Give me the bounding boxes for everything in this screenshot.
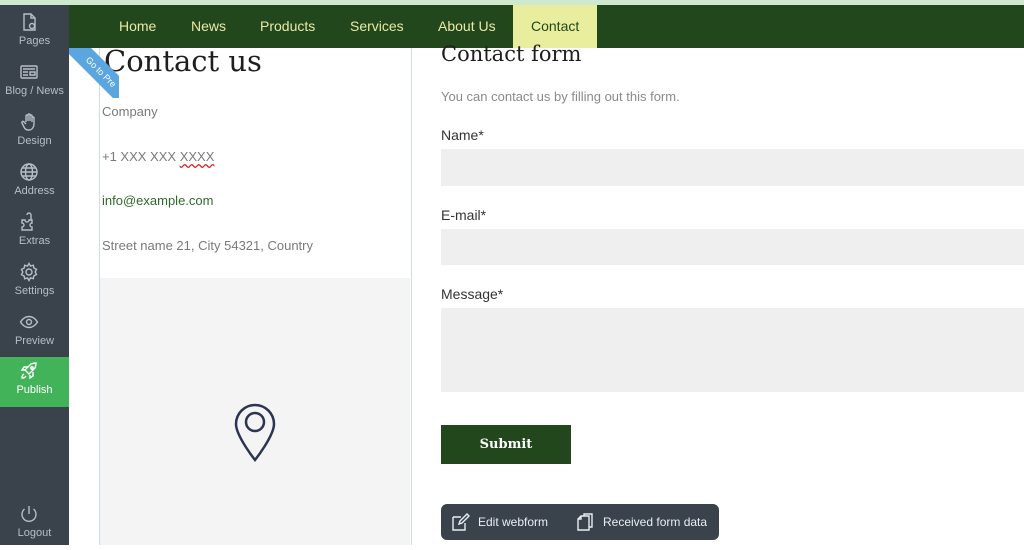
blog-icon [19, 62, 39, 82]
company-text: Company [102, 104, 158, 119]
power-icon [19, 504, 39, 524]
sidebar-item-label: Preview [14, 335, 55, 347]
sidebar-item-publish[interactable]: Publish [0, 357, 69, 407]
sidebar-item-preview[interactable]: Preview [0, 308, 69, 358]
submit-button[interactable]: Submit [441, 425, 571, 464]
sidebar-item-pages[interactable]: Pages [0, 8, 69, 58]
logout-label: Logout [17, 527, 52, 539]
sidebar-item-address[interactable]: Address [0, 158, 69, 208]
webform-toolbar: Edit webform Received form data [441, 504, 719, 540]
message-label: Message* [441, 286, 504, 302]
sidebar-item-label: Blog / News [5, 85, 64, 97]
contact-title: Contact us [104, 44, 262, 78]
eye-icon [19, 312, 39, 332]
form-description: You can contact us by filling out this f… [441, 89, 680, 104]
sidebar-item-label: Address [14, 185, 55, 197]
email-link[interactable]: info@example.com [102, 193, 213, 208]
name-label: Name* [441, 127, 484, 143]
logout-button[interactable]: Logout [0, 500, 69, 550]
nav-news[interactable]: News [191, 5, 226, 48]
received-form-data-label: Received form data [603, 515, 708, 529]
nav-home[interactable]: Home [119, 5, 156, 48]
phone-prefix: +1 XXX XXX [102, 149, 180, 164]
sidebar-item-label: Design [17, 135, 52, 147]
nav-products[interactable]: Products [260, 5, 315, 48]
form-title: Contact form [441, 42, 582, 66]
address-text: Street name 21, City 54321, Country [102, 238, 314, 253]
sidebar-item-design[interactable]: Design [0, 108, 69, 158]
go-to-preview-ribbon[interactable]: Go to Pre [69, 48, 119, 98]
rocket-icon [19, 361, 39, 381]
sidebar-item-label: Settings [14, 285, 55, 297]
ribbon-label: Go to Pre [69, 48, 119, 98]
sidebar: Pages Blog / News Design Address Extras … [0, 5, 69, 545]
email-label: E-mail* [441, 207, 487, 223]
message-field[interactable] [441, 308, 1024, 392]
edit-icon [452, 513, 470, 531]
name-field[interactable] [441, 149, 1024, 186]
edit-webform-label: Edit webform [478, 515, 549, 529]
sidebar-item-blog[interactable]: Blog / News [0, 58, 69, 108]
sidebar-item-label: Extras [18, 235, 51, 247]
page-icon [19, 12, 39, 32]
gear-icon [19, 262, 39, 282]
globe-icon [19, 162, 39, 182]
location-pin-icon [233, 402, 277, 463]
sidebar-item-extras[interactable]: Extras [0, 208, 69, 258]
email-field[interactable] [441, 229, 1024, 265]
edit-webform-button[interactable]: Edit webform [450, 504, 562, 540]
documents-icon [577, 513, 593, 531]
sidebar-item-settings[interactable]: Settings [0, 258, 69, 308]
sidebar-item-label: Publish [16, 384, 53, 396]
phone-text: +1 XXX XXX XXXX [102, 149, 214, 164]
puzzle-icon [19, 212, 39, 232]
nav-services[interactable]: Services [350, 5, 404, 48]
phone-suffix: XXXX [179, 149, 215, 164]
sidebar-item-label: Pages [18, 35, 51, 47]
received-form-data-button[interactable]: Received form data [575, 504, 715, 540]
hand-icon [19, 112, 39, 132]
